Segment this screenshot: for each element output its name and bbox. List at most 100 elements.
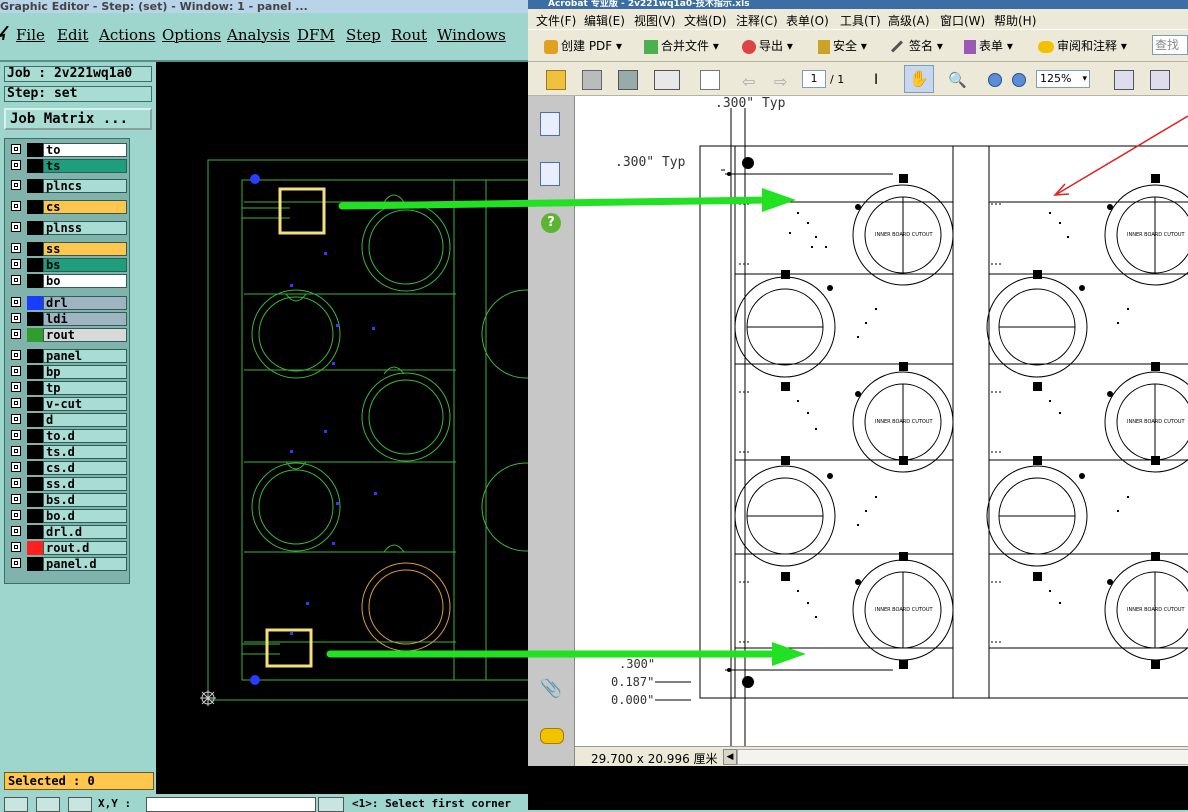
menu-rout[interactable]: Rout bbox=[391, 26, 427, 44]
color-icon[interactable] bbox=[700, 70, 720, 90]
menu-actions[interactable]: Actions bbox=[99, 26, 155, 44]
layer-color-swatch[interactable] bbox=[27, 274, 43, 288]
layer-checkbox[interactable] bbox=[11, 329, 21, 339]
layer-checkbox[interactable] bbox=[11, 350, 21, 360]
layer-name[interactable]: v-cut bbox=[43, 397, 127, 411]
zoom-tool-icon[interactable]: 🔍 bbox=[948, 71, 967, 89]
scroll-left-icon[interactable]: ◀ bbox=[723, 749, 737, 765]
layer-checkbox[interactable] bbox=[11, 275, 21, 285]
layer-checkbox[interactable] bbox=[11, 398, 21, 408]
layer-checkbox[interactable] bbox=[11, 494, 21, 504]
pdf-document-view[interactable]: .300" Typ .300" Typ .300" 0.187" 0.000" … bbox=[575, 96, 1188, 746]
signatures-panel-icon[interactable] bbox=[540, 162, 560, 186]
layer-color-swatch[interactable] bbox=[27, 525, 43, 539]
layer-name[interactable]: tp bbox=[43, 381, 127, 395]
menu-step[interactable]: Step bbox=[346, 26, 381, 44]
prev-page-icon[interactable]: ⇦ bbox=[742, 72, 755, 91]
layer-color-swatch[interactable] bbox=[27, 493, 43, 507]
layer-color-swatch[interactable] bbox=[27, 557, 43, 571]
open-folder-icon[interactable] bbox=[546, 70, 566, 90]
layer-name[interactable]: plncs bbox=[43, 179, 127, 193]
pages-panel-icon[interactable] bbox=[540, 112, 560, 136]
a-menu-help[interactable]: 帮助(H) bbox=[994, 12, 1036, 29]
layer-name[interactable]: plnss bbox=[43, 221, 127, 235]
a-menu-view[interactable]: 视图(V) bbox=[634, 12, 676, 29]
print-icon[interactable] bbox=[582, 70, 602, 90]
layer-checkbox[interactable] bbox=[11, 542, 21, 552]
layer-name[interactable]: cs.d bbox=[43, 461, 127, 475]
layer-checkbox[interactable] bbox=[11, 313, 21, 323]
layer-row-plncs[interactable]: plncs bbox=[9, 179, 127, 193]
page-number-input[interactable]: 1 bbox=[802, 70, 826, 88]
zoom-level-select[interactable]: 125% ▾ bbox=[1036, 70, 1090, 88]
layer-checkbox[interactable] bbox=[11, 526, 21, 536]
layer-color-swatch[interactable] bbox=[27, 429, 43, 443]
security-button[interactable]: 安全 ▾ bbox=[818, 37, 867, 57]
layer-row-bo-d[interactable]: bo.d bbox=[9, 509, 127, 523]
a-menu-forms[interactable]: 表单(O) bbox=[786, 12, 829, 29]
layer-row-cs-d[interactable]: cs.d bbox=[9, 461, 127, 475]
review-comment-button[interactable]: 审阅和注释 ▾ bbox=[1038, 37, 1127, 57]
layer-color-swatch[interactable] bbox=[27, 221, 43, 235]
a-menu-advanced[interactable]: 高级(A) bbox=[888, 12, 930, 29]
layer-row-bp[interactable]: bp bbox=[9, 365, 127, 379]
layer-row-d[interactable]: d bbox=[9, 413, 127, 427]
layer-checkbox[interactable] bbox=[11, 446, 21, 456]
layer-row-drl-d[interactable]: drl.d bbox=[9, 525, 127, 539]
layer-row-to-d[interactable]: to.d bbox=[9, 429, 127, 443]
a-menu-comments[interactable]: 注释(C) bbox=[736, 12, 778, 29]
layer-name[interactable]: cs bbox=[43, 200, 127, 214]
layer-checkbox[interactable] bbox=[11, 222, 21, 232]
layer-row-bo[interactable]: bo bbox=[9, 274, 127, 288]
layer-checkbox[interactable] bbox=[11, 366, 21, 376]
a-menu-file[interactable]: 文件(F) bbox=[536, 12, 576, 29]
layer-color-swatch[interactable] bbox=[27, 509, 43, 523]
attachments-paperclip-icon[interactable]: 📎 bbox=[540, 678, 562, 699]
layer-name[interactable]: d bbox=[43, 413, 127, 427]
layer-name[interactable]: ldi bbox=[43, 312, 127, 326]
layer-color-swatch[interactable] bbox=[27, 328, 43, 342]
a-menu-tools[interactable]: 工具(T) bbox=[840, 12, 881, 29]
email-icon[interactable] bbox=[654, 70, 680, 90]
layer-row-plnss[interactable]: plnss bbox=[9, 221, 127, 235]
layer-checkbox[interactable] bbox=[11, 510, 21, 520]
layer-checkbox[interactable] bbox=[11, 144, 21, 154]
layer-color-swatch[interactable] bbox=[27, 200, 43, 214]
layer-name[interactable]: ss bbox=[43, 242, 127, 256]
layer-color-swatch[interactable] bbox=[27, 381, 43, 395]
layer-color-swatch[interactable] bbox=[27, 541, 43, 555]
layer-color-swatch[interactable] bbox=[27, 296, 43, 310]
menu-file[interactable]: File bbox=[16, 26, 45, 44]
layer-checkbox[interactable] bbox=[11, 297, 21, 307]
layer-name[interactable]: bo.d bbox=[43, 509, 127, 523]
hand-tool-icon[interactable]: ✋ bbox=[904, 65, 934, 93]
layer-name[interactable]: to.d bbox=[43, 429, 127, 443]
job-matrix-button[interactable]: Job Matrix ... bbox=[4, 108, 152, 130]
search-input[interactable]: 查找 bbox=[1152, 35, 1188, 55]
horizontal-scrollbar[interactable] bbox=[737, 749, 1188, 765]
zoom-out-icon[interactable] bbox=[988, 73, 1002, 87]
layer-name[interactable]: panel bbox=[43, 349, 127, 363]
layer-name[interactable]: drl bbox=[43, 296, 127, 310]
a-menu-window[interactable]: 窗口(W) bbox=[940, 12, 985, 29]
layer-row-to[interactable]: to bbox=[9, 143, 127, 157]
layer-name[interactable]: rout bbox=[43, 328, 127, 342]
layer-checkbox[interactable] bbox=[11, 160, 21, 170]
layer-name[interactable]: bs.d bbox=[43, 493, 127, 507]
layer-color-swatch[interactable] bbox=[27, 143, 43, 157]
create-pdf-button[interactable]: 创建 PDF ▾ bbox=[544, 37, 622, 57]
layer-row-ts[interactable]: ts bbox=[9, 159, 127, 173]
layer-checkbox[interactable] bbox=[11, 259, 21, 269]
layer-row-tp[interactable]: tp bbox=[9, 381, 127, 395]
layer-name[interactable]: to bbox=[43, 143, 127, 157]
layer-color-swatch[interactable] bbox=[27, 159, 43, 173]
layer-name[interactable]: ts.d bbox=[43, 445, 127, 459]
layer-color-swatch[interactable] bbox=[27, 445, 43, 459]
layer-checkbox[interactable] bbox=[11, 414, 21, 424]
layer-row-rout-d[interactable]: rout.d bbox=[9, 541, 127, 555]
layer-color-swatch[interactable] bbox=[27, 242, 43, 256]
layer-name[interactable]: panel.d bbox=[43, 557, 127, 571]
layer-color-swatch[interactable] bbox=[27, 397, 43, 411]
layer-row-panel-d[interactable]: panel.d bbox=[9, 557, 127, 571]
layer-row-ldi[interactable]: ldi bbox=[9, 312, 127, 326]
